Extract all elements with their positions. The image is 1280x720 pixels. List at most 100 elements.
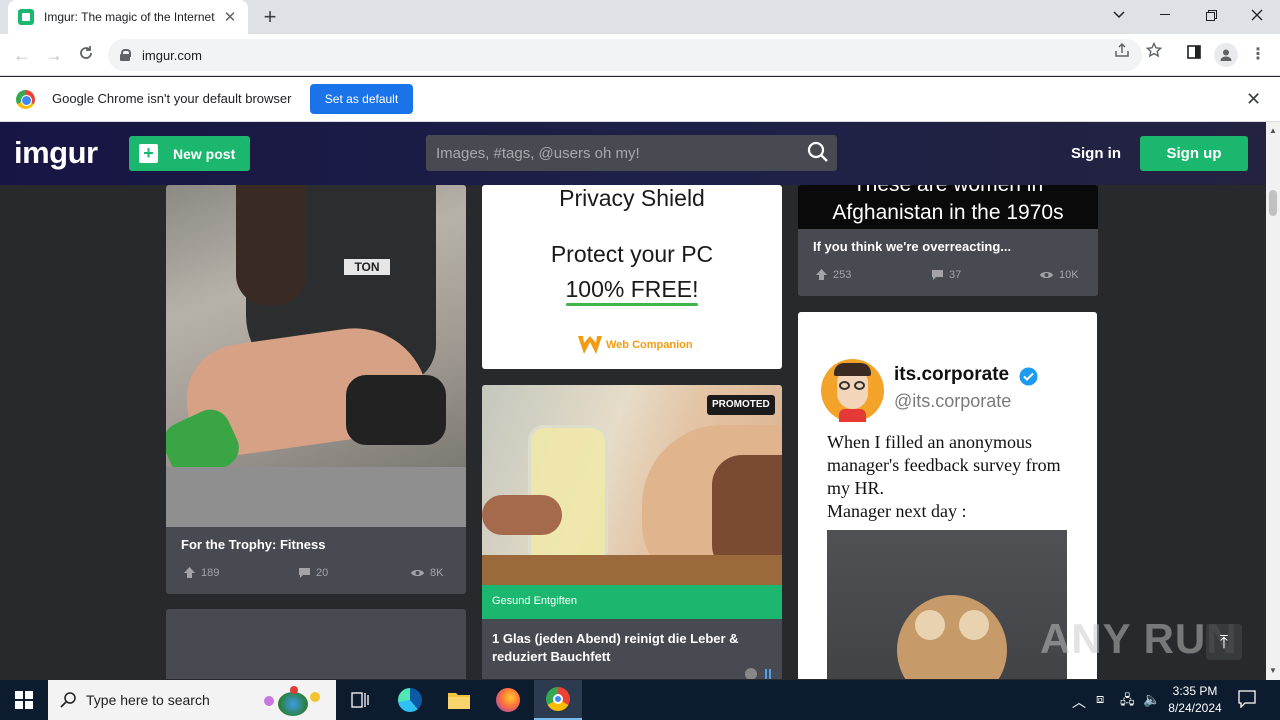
browser-toolbar: ← → imgur.com ⋮ xyxy=(0,34,1280,76)
task-view-icon xyxy=(351,692,369,708)
chrome-taskbar-icon[interactable] xyxy=(534,680,582,720)
ad-brand-name: Web Companion xyxy=(606,339,693,351)
tab-search-chevron-icon[interactable] xyxy=(1096,0,1142,30)
infobar-message: Google Chrome isn't your default browser xyxy=(52,91,292,106)
clock[interactable]: 3:35 PM 8/24/2024 xyxy=(1166,684,1224,715)
forward-button[interactable]: → xyxy=(42,43,66,67)
upvote-stat[interactable]: 253 xyxy=(815,268,931,281)
promoted-image[interactable] xyxy=(482,385,782,585)
verified-badge-icon xyxy=(1019,367,1038,386)
upvote-count: 253 xyxy=(833,268,852,281)
clock-date: 8/24/2024 xyxy=(1168,701,1222,715)
post-title[interactable]: For the Trophy: Fitness xyxy=(181,537,325,552)
upvote-arrow-icon xyxy=(184,567,195,578)
task-view-button[interactable] xyxy=(336,680,384,720)
taskbar-search-placeholder: Type here to search xyxy=(86,692,210,708)
web-companion-logo-icon xyxy=(578,336,602,354)
ad-underline xyxy=(566,303,698,306)
ad-privacy-shield[interactable]: Privacy Shield Protect your PC 100% FREE… xyxy=(482,185,782,369)
post-stats: 253 37 10K xyxy=(815,268,1081,281)
eye-icon xyxy=(1040,271,1053,278)
address-bar[interactable]: imgur.com xyxy=(108,39,1142,71)
ad-headline: Privacy Shield xyxy=(559,185,705,211)
view-count: 10K xyxy=(1059,268,1079,281)
share-icon[interactable] xyxy=(1114,42,1130,63)
imgur-favicon-icon xyxy=(18,9,34,25)
ad-subline: Protect your PC xyxy=(550,241,714,267)
promoted-title[interactable]: 1 Glas (jeden Abend) reinigt die Leber &… xyxy=(492,630,762,666)
upvote-stat[interactable]: 189 xyxy=(183,566,298,579)
imgur-logo[interactable]: imgur xyxy=(14,135,98,171)
firefox-taskbar-icon[interactable] xyxy=(484,680,532,720)
restore-button[interactable] xyxy=(1188,0,1234,30)
post-image-fitness[interactable]: TON xyxy=(166,185,466,527)
infobar-close-icon[interactable]: ✕ xyxy=(1246,89,1261,110)
view-count: 8K xyxy=(430,566,444,579)
post-title[interactable]: If you think we're overreacting... xyxy=(813,239,1011,254)
back-button[interactable]: ← xyxy=(10,43,34,67)
default-browser-infobar: Google Chrome isn't your default browser… xyxy=(0,77,1280,122)
sponsor-bar[interactable]: Gesund Entgiften xyxy=(482,585,782,619)
side-panel-icon[interactable] xyxy=(1182,43,1206,67)
chrome-menu-icon[interactable]: ⋮ xyxy=(1246,43,1270,67)
reload-button[interactable] xyxy=(74,43,98,67)
imgur-search-bar xyxy=(426,135,837,171)
tab-title: Imgur: The magic of the Internet xyxy=(44,10,215,24)
view-stat: 10K xyxy=(1039,268,1079,281)
eye-icon xyxy=(411,569,424,576)
new-post-label: New post xyxy=(173,145,236,162)
tray-overflow-chevron-icon[interactable]: ︿ xyxy=(1072,692,1086,712)
imgur-header: imgur + New post Sign in Sign up xyxy=(0,122,1266,185)
post-feed: TON For the Trophy: Fitness 189 20 8K Pr… xyxy=(0,185,1266,679)
sign-up-button[interactable]: Sign up xyxy=(1140,136,1248,171)
comment-stat[interactable]: 37 xyxy=(931,268,1039,281)
search-input[interactable] xyxy=(436,144,796,162)
minimize-button[interactable] xyxy=(1142,0,1188,30)
sponsor-name: Gesund Entgiften xyxy=(492,595,578,607)
tab-close-icon[interactable]: ✕ xyxy=(222,8,238,26)
notification-center-icon[interactable] xyxy=(1238,690,1256,711)
scrollbar-thumb[interactable] xyxy=(1269,190,1277,216)
post-card-afghanistan[interactable]: These are women in Afghanistan in the 19… xyxy=(798,185,1098,296)
new-post-button[interactable]: + New post xyxy=(129,136,250,171)
new-tab-button[interactable]: + xyxy=(258,5,282,29)
page-scrollbar[interactable]: ▲ ▼ xyxy=(1266,122,1280,680)
scroll-up-arrow-icon[interactable]: ▲ xyxy=(1269,126,1277,135)
close-window-button[interactable] xyxy=(1234,0,1280,30)
windows-taskbar: Type here to search ︿ ⧈ 🖧 🔈 3:35 PM 8/24… xyxy=(0,680,1280,720)
browser-tab-imgur[interactable]: Imgur: The magic of the Internet ✕ xyxy=(8,0,248,34)
search-highlight-graphic xyxy=(260,686,330,716)
corporate-handle: @its.corporate xyxy=(894,391,1012,411)
comment-stat[interactable]: 20 xyxy=(298,566,410,579)
scroll-down-arrow-icon[interactable]: ▼ xyxy=(1269,666,1277,675)
lock-icon[interactable] xyxy=(120,49,131,61)
comment-icon xyxy=(932,269,943,280)
view-stat: 8K xyxy=(410,566,443,579)
promoted-badge: PROMOTED xyxy=(707,395,775,415)
edge-taskbar-icon[interactable] xyxy=(386,680,434,720)
search-icon xyxy=(60,692,76,708)
file-explorer-taskbar-icon[interactable] xyxy=(435,680,483,720)
sign-in-link[interactable]: Sign in xyxy=(1071,145,1121,162)
set-as-default-button[interactable]: Set as default xyxy=(310,84,413,114)
post-stats: 189 20 8K xyxy=(183,566,449,579)
post-image-text: These are women in Afghanistan in the 19… xyxy=(832,185,1064,224)
post-card-fitness[interactable]: TON For the Trophy: Fitness 189 20 8K xyxy=(166,185,466,594)
start-button[interactable] xyxy=(0,680,48,720)
scroll-to-top-button[interactable]: ⤒ xyxy=(1206,624,1242,660)
bookmark-star-icon[interactable] xyxy=(1145,41,1163,63)
taskbar-search-box[interactable]: Type here to search xyxy=(48,680,336,720)
upvote-count: 189 xyxy=(201,566,220,579)
network-icon[interactable]: 🖧 xyxy=(1120,691,1135,713)
upvote-arrow-icon xyxy=(816,269,827,280)
promoted-post-card[interactable]: PROMOTED Gesund Entgiften 1 Glas (jeden … xyxy=(482,385,782,679)
tray-device-icon[interactable]: ⧈ xyxy=(1096,691,1104,707)
chrome-logo-icon xyxy=(16,90,35,109)
post-image-afghanistan[interactable]: These are women in Afghanistan in the 19… xyxy=(798,185,1098,229)
profile-avatar-icon[interactable] xyxy=(1214,43,1238,67)
post-card-next[interactable] xyxy=(166,609,466,679)
search-icon[interactable] xyxy=(807,141,829,163)
clock-time: 3:35 PM xyxy=(1172,684,1218,698)
volume-icon[interactable]: 🔈 xyxy=(1143,691,1160,708)
adchoices-icon[interactable] xyxy=(744,667,776,679)
